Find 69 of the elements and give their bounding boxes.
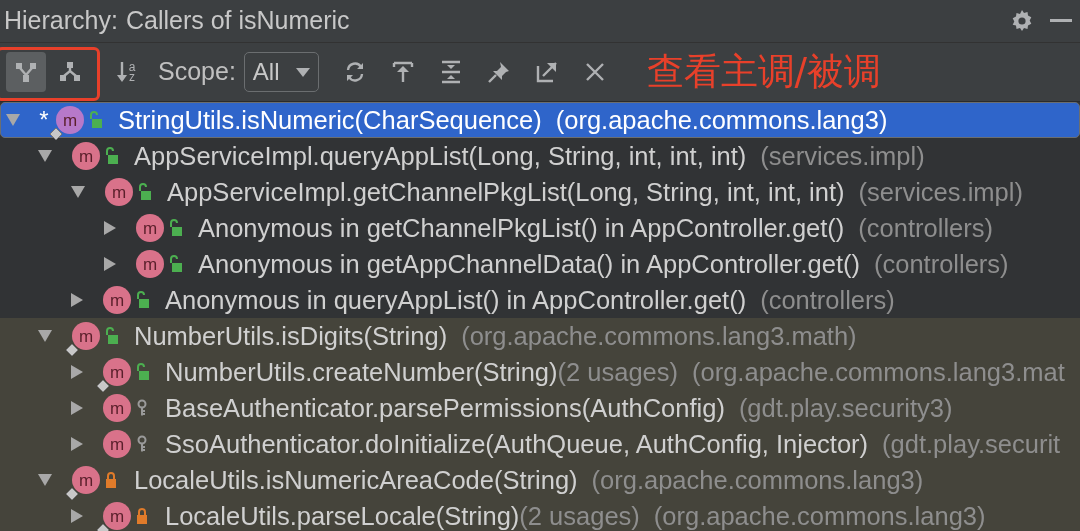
- minimize-icon[interactable]: [1050, 19, 1072, 23]
- method-icon: m: [136, 214, 164, 242]
- down-arrow-icon: [115, 60, 128, 84]
- package-name: (services.impl): [858, 176, 1023, 208]
- expand-arrow-icon[interactable]: [71, 437, 83, 451]
- expand-arrow-icon[interactable]: [38, 474, 52, 486]
- package-name: (org.apache.commons.lang3): [591, 464, 924, 496]
- method-name: NumberUtils.isDigits(String): [134, 320, 448, 352]
- pin-icon: [486, 60, 511, 84]
- method-name: Anonymous in getAppChannelData() in AppController.get(): [198, 248, 860, 280]
- package-name: (org.apache.commons.lang3.math): [461, 320, 857, 352]
- method-icon: m: [105, 178, 133, 206]
- package-name: (org.apache.commons.lang3.mat: [692, 356, 1065, 388]
- recursion-mark: *: [38, 105, 50, 135]
- panel-label: Hierarchy:: [4, 5, 118, 37]
- tree-row[interactable]: * m StringUtils.isNumeric(CharSequence) (org.apache.commons.lang3): [0, 102, 1080, 138]
- gear-icon[interactable]: [1010, 9, 1034, 33]
- callers-hierarchy-icon: [14, 60, 38, 84]
- tree-row[interactable]: m BaseAuthenticator.parsePermissions(AuthConfig) (gdt.play.security3): [0, 390, 1080, 426]
- caret-icon: [295, 67, 310, 77]
- panel-title: Callers of isNumeric: [125, 5, 350, 37]
- package-name: (org.apache.commons.lang3): [555, 104, 888, 136]
- callers-hierarchy-button[interactable]: [6, 52, 46, 92]
- method-icon: m: [103, 286, 131, 314]
- close-icon: [584, 62, 605, 82]
- method-name: LocaleUtils.isNumericAreaCode(String): [134, 464, 578, 496]
- annotation-text: 查看主调/被调: [646, 49, 881, 96]
- method-name: SsoAuthenticator.doInitialize(AuthQueue, AuthConfig, Injector): [165, 428, 869, 460]
- expand-arrow-icon[interactable]: [71, 509, 83, 523]
- open-external-icon: [534, 60, 559, 84]
- package-name: (controllers): [873, 248, 1009, 280]
- scope-label: Scope:: [158, 56, 236, 88]
- expand-arrow-icon[interactable]: [104, 221, 116, 235]
- method-name: StringUtils.isNumeric(CharSequence): [118, 104, 542, 136]
- expand-arrow-icon[interactable]: [38, 330, 52, 342]
- method-icon: m: [136, 250, 164, 278]
- method-name: Anonymous in queryAppList() in AppController.get(): [165, 284, 747, 316]
- method-name: NumberUtils.createNumber(String): [165, 356, 558, 388]
- package-name: (controllers): [760, 284, 895, 316]
- tree-row[interactable]: m NumberUtils.createNumber(String)(2 usages) (org.apache.commons.lang3.mat: [0, 354, 1080, 390]
- usage-count: (2 usages): [557, 356, 678, 388]
- tree-row[interactable]: m LocaleUtils.isNumericAreaCode(String) (org.apache.commons.lang3): [0, 462, 1080, 498]
- method-icon: m: [103, 430, 131, 458]
- jump-to-top-icon: [390, 60, 415, 84]
- method-name: Anonymous in getChannelPkgList() in AppController.get(): [198, 212, 845, 244]
- scope-dropdown[interactable]: All: [243, 52, 319, 92]
- tree-row[interactable]: m LocaleUtils.parseLocale(String)(2 usages) (org.apache.commons.lang3): [0, 498, 1080, 531]
- package-name: (org.apache.commons.lang3): [653, 500, 986, 531]
- callees-hierarchy-icon: [58, 60, 82, 84]
- package-name: (gdt.play.security3): [738, 392, 953, 424]
- method-name: BaseAuthenticator.parsePermissions(AuthConfig): [165, 392, 725, 424]
- expand-arrow-icon[interactable]: [104, 257, 116, 271]
- usage-count: (2 usages): [519, 500, 640, 531]
- package-name: (services.impl): [760, 140, 925, 172]
- expand-arrow-icon[interactable]: [71, 365, 83, 379]
- method-name: AppServiceImpl.getChannelPkgList(Long, String, int, int, int): [167, 176, 845, 208]
- expand-arrow-icon[interactable]: [71, 293, 83, 307]
- method-icon: m: [72, 142, 100, 170]
- expand-arrow-icon[interactable]: [71, 186, 85, 198]
- sort-button[interactable]: az: [106, 52, 146, 92]
- expand-arrow-icon[interactable]: [71, 401, 83, 415]
- package-name: (controllers): [858, 212, 993, 244]
- expand-arrow-icon[interactable]: [38, 150, 52, 162]
- package-name: (gdt.play.securit: [882, 428, 1061, 460]
- method-name: LocaleUtils.parseLocale(String): [165, 500, 520, 531]
- method-name: AppServiceImpl.queryAppList(Long, String, int, int, int): [134, 140, 747, 172]
- tree-row[interactable]: m SsoAuthenticator.doInitialize(AuthQueue, AuthConfig, Injector) (gdt.play.securit: [0, 426, 1080, 462]
- tree-row[interactable]: m NumberUtils.isDigits(String) (org.apache.commons.lang3.math): [0, 318, 1080, 354]
- method-icon: m: [103, 394, 131, 422]
